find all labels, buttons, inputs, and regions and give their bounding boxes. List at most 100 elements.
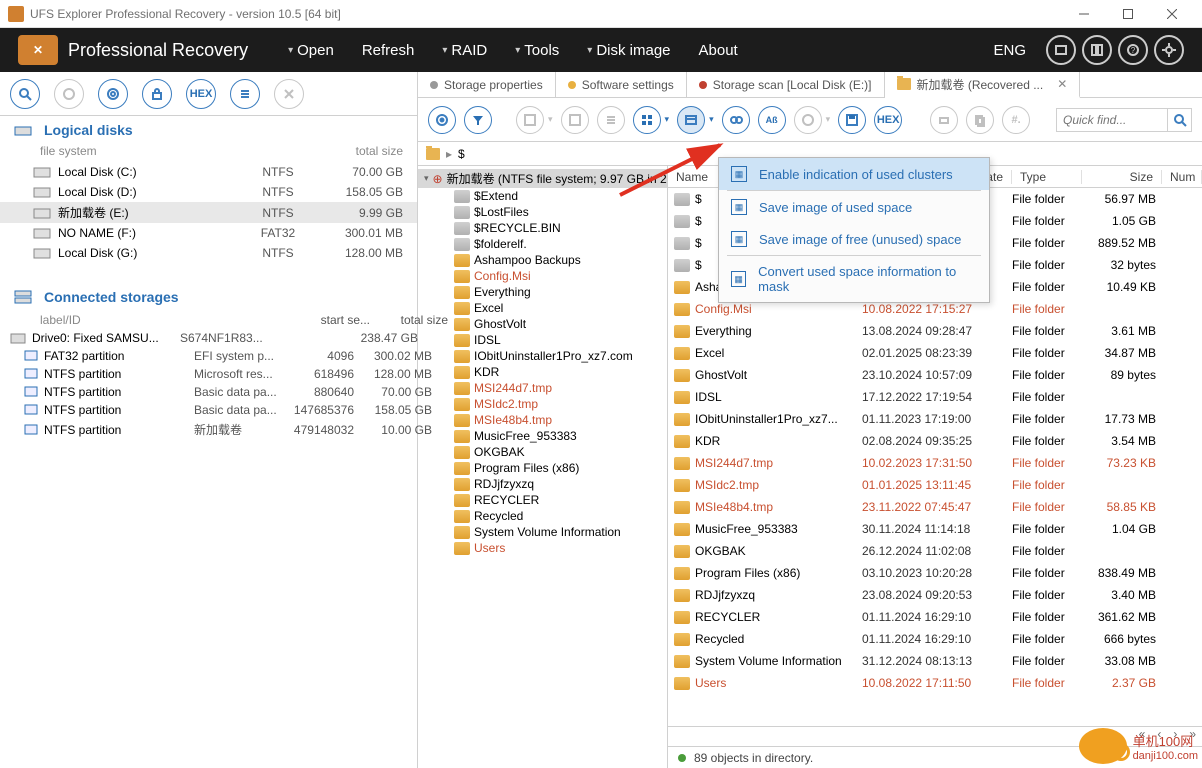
list-row[interactable]: Everything13.08.2024 09:28:47File folder…: [668, 320, 1202, 342]
tree-pane[interactable]: ▾⊕新加载卷 (NTFS file system; 9.97 GB in 227…: [418, 166, 668, 768]
tree-item[interactable]: ▸RECYCLER: [418, 492, 667, 508]
tree-item[interactable]: ▸IObitUninstaller1Pro_xz7.com: [418, 348, 667, 364]
dropdown-item[interactable]: ▦Enable indication of used clusters: [719, 158, 989, 190]
tree-item[interactable]: ▸$LostFiles: [418, 204, 667, 220]
lock-button[interactable]: [142, 79, 172, 109]
tree-item[interactable]: ▸System Volume Information: [418, 524, 667, 540]
disk-row[interactable]: Local Disk (C:)NTFS70.00 GB: [0, 162, 417, 182]
tb-btn-2[interactable]: [54, 79, 84, 109]
rtb-list[interactable]: [597, 106, 625, 134]
partition-row[interactable]: NTFS partitionBasic data pa...88064070.0…: [0, 383, 417, 401]
dropdown-item[interactable]: ▦Convert used space information to mask: [719, 256, 989, 302]
tab[interactable]: Storage properties: [418, 72, 556, 97]
rtb-clusters[interactable]: [677, 106, 705, 134]
list-row[interactable]: MSIdc2.tmp01.01.2025 13:11:45File folder: [668, 474, 1202, 496]
tab[interactable]: Software settings: [556, 72, 687, 97]
tree-item[interactable]: ▸GhostVolt: [418, 316, 667, 332]
rtb-disc[interactable]: [794, 106, 822, 134]
list-row[interactable]: OKGBAK26.12.2024 11:02:08File folder: [668, 540, 1202, 562]
dropdown-item[interactable]: ▦Save image of used space: [719, 191, 989, 223]
list-row[interactable]: IDSL17.12.2022 17:19:54File folder: [668, 386, 1202, 408]
disk-row[interactable]: Local Disk (D:)NTFS158.05 GB: [0, 182, 417, 202]
minimize-button[interactable]: [1062, 0, 1106, 28]
partition-row[interactable]: NTFS partitionBasic data pa...1476853761…: [0, 401, 417, 419]
tree-item[interactable]: ▸Ashampoo Backups: [418, 252, 667, 268]
list-row[interactable]: IObitUninstaller1Pro_xz7...01.11.2023 17…: [668, 408, 1202, 430]
drive-row[interactable]: Drive0: Fixed SAMSU...S674NF1R83...238.4…: [0, 329, 417, 347]
rtb-save3[interactable]: [838, 106, 866, 134]
partition-row[interactable]: FAT32 partitionEFI system p...4096300.02…: [0, 347, 417, 365]
rtb-hash[interactable]: #.: [1002, 106, 1030, 134]
tree-item[interactable]: ▸Program Files (x86): [418, 460, 667, 476]
list-row[interactable]: RDJjfzyxzq23.08.2024 09:20:53File folder…: [668, 584, 1202, 606]
rtb-find[interactable]: [722, 106, 750, 134]
tree-item[interactable]: ▸MSIe48b4.tmp: [418, 412, 667, 428]
tab[interactable]: 新加载卷 (Recovered ...✕: [885, 72, 1081, 98]
tree-item[interactable]: ▸MusicFree_953383: [418, 428, 667, 444]
breadcrumb-root[interactable]: $: [458, 147, 465, 161]
menu-tools[interactable]: ▾Tools: [515, 42, 559, 59]
list-row[interactable]: Recycled01.11.2024 16:29:10File folder66…: [668, 628, 1202, 650]
rtb-copy[interactable]: [966, 106, 994, 134]
disk-row[interactable]: Local Disk (G:)NTFS128.00 MB: [0, 243, 417, 263]
tree-item[interactable]: ▸KDR: [418, 364, 667, 380]
rtb-save[interactable]: [516, 106, 544, 134]
close-button[interactable]: [1150, 0, 1194, 28]
scan-button[interactable]: [10, 79, 40, 109]
list-row[interactable]: Program Files (x86)03.10.2023 10:20:28Fi…: [668, 562, 1202, 584]
menu-open[interactable]: ▾Open: [288, 42, 334, 59]
list-row[interactable]: Excel02.01.2025 08:23:39File folder34.87…: [668, 342, 1202, 364]
tree-item[interactable]: ▸MSIdc2.tmp: [418, 396, 667, 412]
rtb-save2[interactable]: [561, 106, 589, 134]
tree-item[interactable]: ▸Config.Msi: [418, 268, 667, 284]
tree-item[interactable]: ▸Users: [418, 540, 667, 556]
disk-row[interactable]: NO NAME (F:)FAT32300.01 MB: [0, 223, 417, 243]
tree-root[interactable]: ▾⊕新加载卷 (NTFS file system; 9.97 GB in 227…: [418, 169, 667, 188]
tree-item[interactable]: ▸$Extend: [418, 188, 667, 204]
tab-close-icon[interactable]: ✕: [1057, 77, 1067, 91]
list-row[interactable]: System Volume Information31.12.2024 08:1…: [668, 650, 1202, 672]
tree-item[interactable]: ▸$folderelf.: [418, 236, 667, 252]
help-button[interactable]: ?: [1118, 35, 1148, 65]
rtb-hex[interactable]: HEX: [874, 106, 902, 134]
menu-raid[interactable]: ▾RAID: [442, 42, 487, 59]
rtb-grid[interactable]: [633, 106, 661, 134]
rtb-case[interactable]: Aß: [758, 106, 786, 134]
rtb-target[interactable]: [428, 106, 456, 134]
view-button-2[interactable]: [1082, 35, 1112, 65]
partition-row[interactable]: NTFS partition新加载卷47914803210.00 GB: [0, 419, 417, 440]
close-x-button[interactable]: [274, 79, 304, 109]
rtb-print[interactable]: [930, 106, 958, 134]
list-row[interactable]: MusicFree_95338330.11.2024 11:14:18File …: [668, 518, 1202, 540]
list-row[interactable]: KDR02.08.2024 09:35:25File folder3.54 MB: [668, 430, 1202, 452]
tree-item[interactable]: ▸MSI244d7.tmp: [418, 380, 667, 396]
list-row[interactable]: MSI244d7.tmp10.02.2023 17:31:50File fold…: [668, 452, 1202, 474]
maximize-button[interactable]: [1106, 0, 1150, 28]
list-row[interactable]: RECYCLER01.11.2024 16:29:10File folder36…: [668, 606, 1202, 628]
quick-find-button[interactable]: [1167, 109, 1191, 131]
list-button[interactable]: [230, 79, 260, 109]
list-row[interactable]: Users10.08.2022 17:11:50File folder2.37 …: [668, 672, 1202, 694]
tb-btn-3[interactable]: [98, 79, 128, 109]
settings-button[interactable]: [1154, 35, 1184, 65]
tree-item[interactable]: ▸$RECYCLE.BIN: [418, 220, 667, 236]
list-row[interactable]: GhostVolt23.10.2024 10:57:09File folder8…: [668, 364, 1202, 386]
menu-disk-image[interactable]: ▾Disk image: [587, 42, 670, 59]
tree-item[interactable]: ▸RDJjfzyxzq: [418, 476, 667, 492]
tree-item[interactable]: ▸OKGBAK: [418, 444, 667, 460]
view-button-1[interactable]: [1046, 35, 1076, 65]
language-selector[interactable]: ENG: [993, 42, 1026, 59]
tree-item[interactable]: ▸Recycled: [418, 508, 667, 524]
hex-button[interactable]: HEX: [186, 79, 216, 109]
menu-refresh[interactable]: Refresh: [362, 42, 415, 59]
list-row[interactable]: MSIe48b4.tmp23.11.2022 07:45:47File fold…: [668, 496, 1202, 518]
tab[interactable]: Storage scan [Local Disk (E:)]: [687, 72, 885, 97]
dropdown-item[interactable]: ▦Save image of free (unused) space: [719, 223, 989, 255]
quick-find-input[interactable]: [1057, 113, 1167, 127]
tree-item[interactable]: ▸Everything: [418, 284, 667, 300]
disk-row[interactable]: 新加载卷 (E:)NTFS9.99 GB: [0, 202, 417, 223]
rtb-filter[interactable]: [464, 106, 492, 134]
tree-item[interactable]: ▸IDSL: [418, 332, 667, 348]
tree-item[interactable]: ▸Excel: [418, 300, 667, 316]
menu-about[interactable]: About: [699, 42, 738, 59]
